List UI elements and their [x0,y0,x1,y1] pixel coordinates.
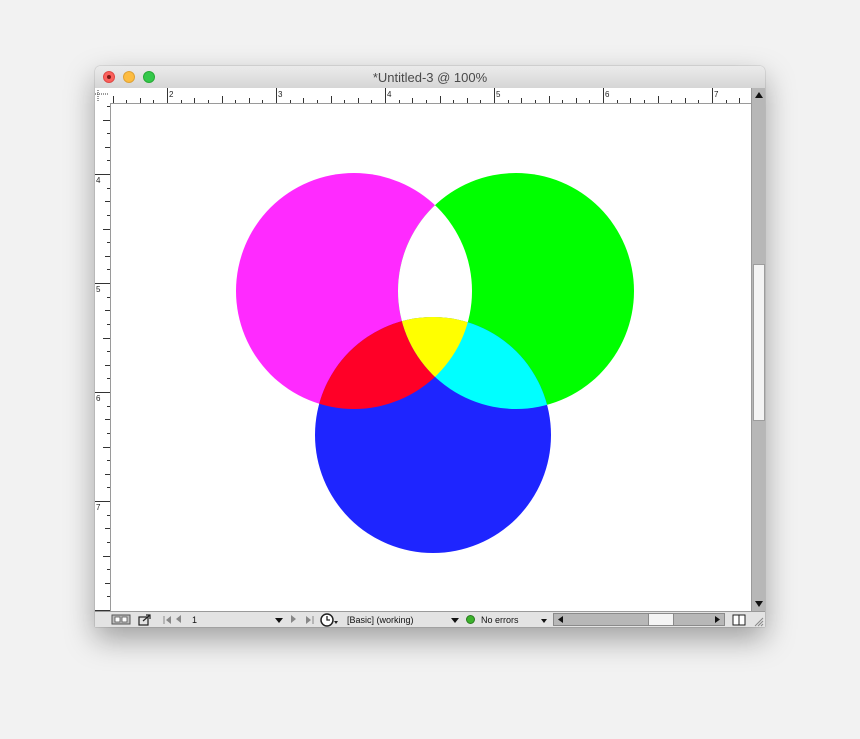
scroll-up-arrow-icon[interactable] [755,92,763,98]
style-status-label[interactable]: [Basic] (working) [347,612,447,627]
next-page-icon[interactable] [291,612,299,627]
window-title: *Untitled-3 @ 100% [372,70,488,85]
style-menu-chevron-down-icon[interactable] [451,612,461,627]
h-ruler-label: 2 [169,90,174,99]
v-ruler-label: 4 [96,176,101,185]
h-ruler-label: 4 [387,90,392,99]
document-window: *Untitled-3 @ 100% 2 3 4 5 6 7 4 5 6 7 1… [95,66,765,627]
vertical-scroll-thumb[interactable] [753,264,765,421]
horizontal-scrollbar[interactable] [553,613,725,626]
split-view-icon[interactable] [732,612,746,627]
title-bar[interactable]: *Untitled-3 @ 100% [95,66,765,89]
h-ruler-label: 7 [714,90,719,99]
h-ruler-label: 3 [278,90,283,99]
first-page-icon[interactable] [163,612,172,627]
vertical-ruler-ticks: 4 5 6 7 [95,106,110,611]
h-ruler-label: 6 [605,90,610,99]
previous-page-icon[interactable] [176,612,184,627]
scroll-left-arrow-icon[interactable] [556,614,566,625]
clock-menu-icon[interactable] [320,612,340,627]
rgb-venn-artwork[interactable] [111,104,751,611]
zoom-display-icon[interactable] [111,612,131,627]
v-ruler-label: 5 [96,285,101,294]
v-ruler-label: 7 [96,503,101,512]
share-icon[interactable] [138,612,152,627]
vertical-scrollbar[interactable] [751,88,765,611]
last-page-icon[interactable] [305,612,314,627]
horizontal-scroll-thumb[interactable] [648,614,674,625]
errors-menu-chevron-down-icon[interactable] [541,612,549,627]
scroll-right-arrow-icon[interactable] [712,614,722,625]
page-number-field[interactable]: 1 [192,612,262,627]
horizontal-ruler[interactable]: 2 3 4 5 6 7 [95,88,751,104]
page-menu-chevron-down-icon[interactable] [275,612,285,627]
drawing-canvas[interactable] [111,104,751,611]
scroll-down-arrow-icon[interactable] [755,601,763,607]
status-ok-icon [466,612,478,627]
v-ruler-label: 6 [96,394,101,403]
vertical-ruler[interactable]: 4 5 6 7 [95,103,111,611]
status-bar: 1 [Basic] (working) No errors [95,611,765,627]
horizontal-ruler-ticks: 2 3 4 5 6 7 [95,88,740,103]
errors-status-label[interactable]: No errors [481,612,536,627]
resize-grip-icon[interactable] [751,612,765,627]
h-ruler-label: 5 [496,90,501,99]
ruler-origin-icon[interactable] [95,90,109,101]
